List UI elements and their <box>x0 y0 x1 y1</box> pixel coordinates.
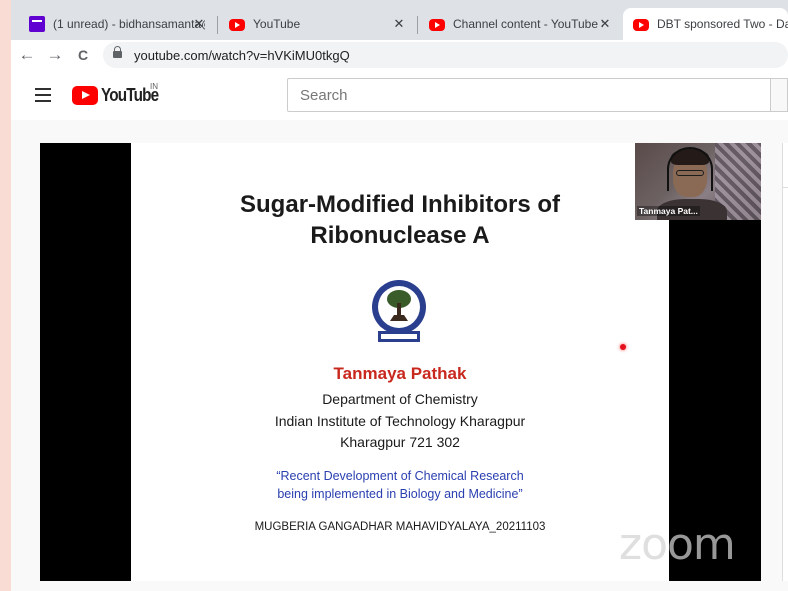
url-text: youtube.com/watch?v=hVKiMU0tkgQ <box>134 47 350 63</box>
reload-icon: C <box>77 47 89 63</box>
reload-button[interactable]: C <box>71 43 95 67</box>
slide-title: Sugar-Modified Inhibitors of Ribonucleas… <box>131 189 669 251</box>
video-player[interactable]: Sugar-Modified Inhibitors of Ribonucleas… <box>40 143 761 581</box>
quote-line-1: “Recent Development of Chemical Research <box>276 469 524 483</box>
tab-title: (1 unread) - bidhansamanta@yahoo.com <box>53 17 205 31</box>
participant-name: Tanmaya Pat... <box>637 206 700 216</box>
mail-icon <box>29 16 45 32</box>
youtube-header: YouTube IN Search <box>11 70 788 120</box>
forward-button[interactable]: → <box>43 43 67 67</box>
tab-close-icon[interactable]: ✕ <box>597 16 613 32</box>
browser-toolbar: ← → C youtube.com/watch?v=hVKiMU0tkgQ <box>11 40 788 70</box>
tab-title: YouTube <box>253 17 301 31</box>
institute: Indian Institute of Technology Kharagpur <box>274 413 526 429</box>
search-placeholder: Search <box>300 86 348 104</box>
tab-channel-content[interactable]: Channel content - YouTube Studio ✕ <box>419 8 621 40</box>
youtube-play-icon <box>72 86 98 105</box>
menu-icon[interactable] <box>35 88 51 102</box>
zoom-watermark: zoom <box>619 519 736 570</box>
browser-tab-strip: (1 unread) - bidhansamanta@yahoo.com ✕ Y… <box>11 0 788 40</box>
tab-separator <box>417 16 418 34</box>
back-arrow-icon: ← <box>18 45 36 64</box>
tab-title: Channel content - YouTube Studio <box>453 17 603 31</box>
youtube-icon <box>229 19 245 31</box>
tab-youtube[interactable]: YouTube ✕ <box>219 8 415 40</box>
tab-title: DBT sponsored Two - Day Virtual <box>657 17 788 31</box>
laser-pointer-dot <box>620 344 626 350</box>
lock-icon <box>113 46 122 60</box>
headset-icon <box>667 147 713 191</box>
tab-yahoo-mail[interactable]: (1 unread) - bidhansamanta@yahoo.com ✕ <box>19 8 215 40</box>
city: Kharagpur 721 302 <box>340 434 460 450</box>
back-button[interactable]: ← <box>15 43 39 67</box>
iit-kharagpur-emblem-icon <box>372 280 426 342</box>
tab-separator <box>217 16 218 34</box>
region-badge: IN <box>150 82 158 91</box>
slide-title-line-1: Sugar-Modified Inhibitors of <box>240 191 560 218</box>
forward-arrow-icon: → <box>46 45 64 64</box>
participant-video-thumbnail: Tanmaya Pat... <box>635 143 761 220</box>
department: Department of Chemistry <box>322 391 478 407</box>
quote-line-2: being implemented in Biology and Medicin… <box>277 487 523 501</box>
tab-close-icon[interactable]: ✕ <box>191 16 207 32</box>
speaker-name: Tanmaya Pathak <box>333 364 467 383</box>
side-panel <box>782 143 788 581</box>
tab-close-icon[interactable]: ✕ <box>391 16 407 32</box>
youtube-studio-icon <box>429 19 445 31</box>
youtube-icon <box>633 19 649 31</box>
slide-title-line-2: Ribonuclease A <box>310 222 490 249</box>
presentation-slide: Sugar-Modified Inhibitors of Ribonucleas… <box>131 143 669 581</box>
tab-dbt-sponsored[interactable]: DBT sponsored Two - Day Virtual <box>623 8 788 40</box>
search-input[interactable]: Search <box>287 78 771 112</box>
search-button[interactable] <box>770 78 788 112</box>
address-bar[interactable]: youtube.com/watch?v=hVKiMU0tkgQ <box>103 42 788 68</box>
event-code: MUGBERIA GANGADHAR MAHAVIDYALAYA_2021110… <box>254 521 546 533</box>
watch-page: Sugar-Modified Inhibitors of Ribonucleas… <box>11 120 788 591</box>
